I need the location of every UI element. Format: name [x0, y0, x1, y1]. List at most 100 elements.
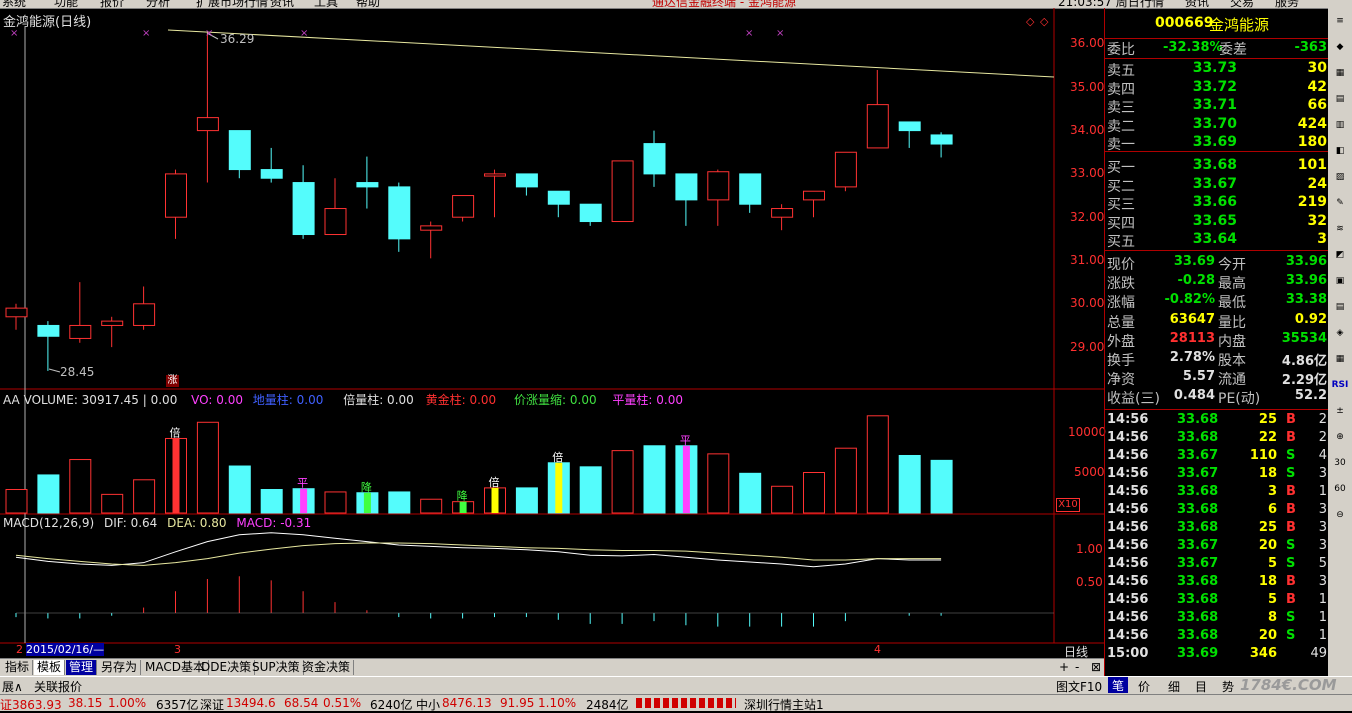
tick-count: 3	[1318, 574, 1327, 589]
tab-dde[interactable]: DDE决策	[198, 660, 256, 675]
tick-row[interactable]: 14:56 33.68 5 B 1	[1105, 592, 1329, 610]
toolbar-button[interactable]: ±	[1331, 402, 1349, 420]
tick-row[interactable]: 14:56 33.67 110 S 4	[1105, 448, 1329, 466]
toolbar-button[interactable]: ▦	[1331, 64, 1349, 82]
level-volume: 424	[1297, 115, 1327, 132]
indicator-tabs: 指标 模板 管理 另存为 MACD基本 DDE决策 SUP决策 资金决策 + -…	[0, 658, 1104, 677]
candle-body	[611, 160, 634, 223]
info-value: 52.2	[1294, 388, 1327, 404]
zoom-out-button[interactable]: -	[1072, 660, 1082, 675]
info-label: 股本	[1218, 353, 1246, 369]
level-volume: 3	[1317, 231, 1327, 248]
tick-row[interactable]: 14:56 33.68 25 B 3	[1105, 520, 1329, 538]
ask-level[interactable]: 卖五 33.73 30	[1105, 60, 1329, 79]
info-label: 收益(三)	[1107, 391, 1160, 408]
tick-direction: B	[1286, 484, 1296, 499]
toolbar-button[interactable]: ▤	[1331, 90, 1349, 108]
toolbar-button[interactable]: ▣	[1331, 272, 1349, 290]
level-volume: 32	[1307, 212, 1327, 229]
toolbar-button[interactable]: ◩	[1331, 246, 1349, 264]
tick-direction: S	[1286, 466, 1296, 481]
tick-row[interactable]: 14:56 33.68 6 B 3	[1105, 502, 1329, 520]
toolbar-button[interactable]: ≋	[1331, 220, 1349, 238]
tick-row[interactable]: 14:56 33.68 25 B 2	[1105, 412, 1329, 430]
bid-book: 买一 33.68 101 买二 33.67 24 买三 33.66 219 买四 33.65 32 买五…	[1105, 156, 1329, 251]
toolbar-button[interactable]: 30	[1331, 454, 1349, 472]
tick-row[interactable]: 14:56 33.68 18 B 3	[1105, 574, 1329, 592]
tick-volume: 20	[1258, 628, 1277, 643]
toolbar-button[interactable]: ◧	[1331, 142, 1349, 160]
tab-indicator[interactable]: 指标	[2, 660, 34, 675]
tab-sup[interactable]: SUP决策	[249, 660, 304, 675]
tick-volume: 18	[1258, 574, 1277, 589]
tick-count: 1	[1318, 628, 1327, 643]
toolbar-button[interactable]: ▤	[1331, 298, 1349, 316]
bid-level[interactable]: 买五 33.64 3	[1105, 231, 1329, 250]
tick-direction: S	[1286, 538, 1296, 553]
zoom-in-button[interactable]: +	[1056, 660, 1072, 675]
reset-button[interactable]: ⊠	[1088, 660, 1104, 675]
price-tick: 36.00	[1070, 36, 1105, 50]
ask-level[interactable]: 卖四 33.72 42	[1105, 79, 1329, 98]
tab-save-as[interactable]: 另存为	[98, 660, 142, 675]
bid-level[interactable]: 买四 33.65 32	[1105, 212, 1329, 232]
toolbar-button[interactable]: ✎	[1331, 194, 1349, 212]
tick-list[interactable]: 14:56 33.68 25 B 2 14:56 33.68 22 B 2 14:56 33.67 11…	[1105, 410, 1329, 672]
tab-tick-detail[interactable]: 笔	[1108, 677, 1128, 693]
info-row: 涨幅 -0.82% 最低 33.38	[1105, 292, 1329, 311]
tick-volume: 8	[1267, 610, 1277, 625]
tick-row[interactable]: 14:56 33.67 20 S 3	[1105, 538, 1329, 556]
level-label: 卖四	[1107, 81, 1135, 98]
bid-level[interactable]: 买二 33.67 24	[1105, 176, 1329, 195]
f10-button[interactable]: 图文F10	[1056, 678, 1102, 695]
bid-level[interactable]: 买一 33.68 101	[1105, 157, 1329, 176]
toolbar-button[interactable]: ▨	[1331, 168, 1349, 186]
tick-row[interactable]: 15:00 33.69 346 49	[1105, 646, 1329, 664]
bid-level[interactable]: 买三 33.66 219	[1105, 194, 1329, 213]
toolbar-button[interactable]: ◆	[1331, 38, 1349, 56]
level-price: 33.68	[1192, 157, 1237, 173]
kline-chart-area[interactable]: 倍平降降倍倍平 36.29 28.45 × × × × × × ◇ ◇ 金鸿能源…	[0, 8, 1106, 659]
ask-level[interactable]: 卖一 33.69 180	[1105, 134, 1329, 153]
tick-volume: 20	[1258, 538, 1277, 553]
macd-value-label: MACD: -0.31	[236, 516, 312, 530]
tick-count: 3	[1318, 520, 1327, 535]
tick-row[interactable]: 14:56 33.68 20 S 1	[1105, 628, 1329, 646]
candle-body	[930, 134, 953, 145]
tab-fund[interactable]: 资金决策	[299, 660, 355, 675]
tab-fine[interactable]: 细	[1168, 678, 1180, 695]
toolbar-button[interactable]: ⊖	[1331, 506, 1349, 524]
info-row: 现价 33.69 今开 33.96	[1105, 254, 1329, 273]
expand-button[interactable]: 展∧	[2, 678, 23, 695]
info-row: 总量 63647 量比 0.92	[1105, 312, 1329, 331]
diamond-marker: ◇	[1026, 15, 1035, 28]
tab-price[interactable]: 价	[1138, 678, 1150, 695]
tick-count: 3	[1318, 502, 1327, 517]
ask-level[interactable]: 卖三 33.71 66	[1105, 97, 1329, 116]
tab-template[interactable]: 模板	[34, 660, 66, 675]
tick-row[interactable]: 14:56 33.67 18 S 3	[1105, 466, 1329, 484]
toolbar-button[interactable]: RSI	[1331, 376, 1349, 394]
volume-bar	[5, 489, 28, 514]
tick-row[interactable]: 14:56 33.68 8 S 1	[1105, 610, 1329, 628]
toolbar-button[interactable]: 60	[1331, 480, 1349, 498]
ask-level[interactable]: 卖二 33.70 424	[1105, 115, 1329, 135]
toolbar-button[interactable]: ◈	[1331, 324, 1349, 342]
volume-bar	[260, 489, 283, 514]
tab-manage[interactable]: 管理	[66, 660, 98, 675]
toolbar-button[interactable]: ▥	[1331, 116, 1349, 134]
tab-list[interactable]: 目	[1195, 678, 1207, 695]
toolbar-button[interactable]: ⊕	[1331, 428, 1349, 446]
tick-price: 33.68	[1177, 628, 1219, 643]
toolbar-button[interactable]: ≡	[1331, 12, 1349, 30]
candle-body	[388, 186, 411, 240]
toolbar-button[interactable]: ▦	[1331, 350, 1349, 368]
tab-trend[interactable]: 势	[1222, 678, 1234, 695]
tick-row[interactable]: 14:56 33.68 22 B 2	[1105, 430, 1329, 448]
volume-bar	[739, 472, 762, 514]
tick-row[interactable]: 14:56 33.67 5 S 5	[1105, 556, 1329, 574]
side-toolbar: ≡ ◆ ▦ ▤ ▥ ◧ ▨ ✎ ≋ ◩ ▣ ▤ ◈ ▦ RSI ± ⊕ 30 60 ⊖	[1328, 8, 1352, 684]
kline-chart-svg[interactable]: 倍平 降降倍倍平 36.29 28.45 × × × × × × ◇ ◇	[0, 8, 1104, 658]
tick-row[interactable]: 14:56 33.68 3 B 1	[1105, 484, 1329, 502]
related-quote-button[interactable]: 关联报价	[34, 678, 82, 695]
